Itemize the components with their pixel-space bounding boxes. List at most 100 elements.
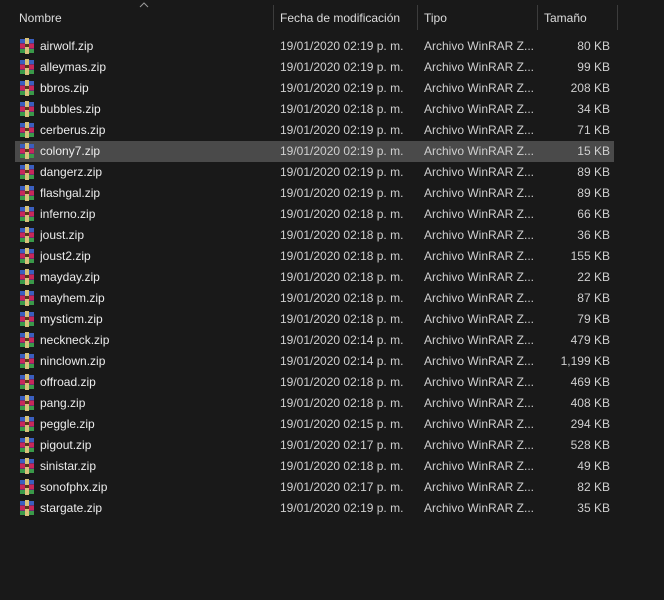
winrar-archive-icon xyxy=(20,164,34,180)
file-name: neckneck.zip xyxy=(40,333,110,347)
file-row[interactable]: flashgal.zip 19/01/2020 02:19 p. m. Archiv… xyxy=(15,183,614,204)
winrar-archive-icon xyxy=(20,122,34,138)
file-type: Archivo WinRAR Z... xyxy=(424,312,534,326)
file-size: 294 KB xyxy=(570,417,610,431)
column-header-type[interactable]: Tipo xyxy=(418,4,536,32)
file-type: Archivo WinRAR Z... xyxy=(424,165,534,179)
file-size: 49 KB xyxy=(577,459,610,473)
file-type: Archivo WinRAR Z... xyxy=(424,333,534,347)
file-name: offroad.zip xyxy=(40,375,96,389)
file-row[interactable]: joust2.zip 19/01/2020 02:18 p. m. Archivo … xyxy=(15,246,614,267)
file-name: bubbles.zip xyxy=(40,102,101,116)
file-row[interactable]: ninclown.zip 19/01/2020 02:14 p. m. Archiv… xyxy=(15,351,614,372)
winrar-archive-icon xyxy=(20,206,34,222)
winrar-archive-icon xyxy=(20,311,34,327)
file-row[interactable]: mysticm.zip 19/01/2020 02:18 p. m. Archivo… xyxy=(15,309,614,330)
file-date: 19/01/2020 02:14 p. m. xyxy=(280,354,404,368)
file-size: 82 KB xyxy=(577,480,610,494)
winrar-archive-icon xyxy=(20,395,34,411)
file-date: 19/01/2020 02:19 p. m. xyxy=(280,186,404,200)
file-row[interactable]: bbros.zip 19/01/2020 02:19 p. m. Archivo W… xyxy=(15,78,614,99)
file-date: 19/01/2020 02:18 p. m. xyxy=(280,375,404,389)
file-size: 79 KB xyxy=(577,312,610,326)
winrar-archive-icon xyxy=(20,101,34,117)
file-type: Archivo WinRAR Z... xyxy=(424,354,534,368)
file-date: 19/01/2020 02:18 p. m. xyxy=(280,249,404,263)
file-row[interactable]: sinistar.zip 19/01/2020 02:18 p. m. Archiv… xyxy=(15,456,614,477)
file-row[interactable]: inferno.zip 19/01/2020 02:18 p. m. Archivo… xyxy=(15,204,614,225)
file-type: Archivo WinRAR Z... xyxy=(424,39,534,53)
file-date: 19/01/2020 02:18 p. m. xyxy=(280,102,404,116)
file-name: sonofphx.zip xyxy=(40,480,108,494)
file-type: Archivo WinRAR Z... xyxy=(424,207,534,221)
file-type: Archivo WinRAR Z... xyxy=(424,291,534,305)
file-date: 19/01/2020 02:19 p. m. xyxy=(280,39,404,53)
winrar-archive-icon xyxy=(20,332,34,348)
file-date: 19/01/2020 02:15 p. m. xyxy=(280,417,404,431)
winrar-archive-icon xyxy=(20,416,34,432)
file-row[interactable]: dangerz.zip 19/01/2020 02:19 p. m. Archivo… xyxy=(15,162,614,183)
file-date: 19/01/2020 02:17 p. m. xyxy=(280,480,404,494)
file-type: Archivo WinRAR Z... xyxy=(424,228,534,242)
winrar-archive-icon xyxy=(20,353,34,369)
file-name: bbros.zip xyxy=(40,81,89,95)
file-row[interactable]: alleymas.zip 19/01/2020 02:19 p. m. Archiv… xyxy=(15,57,614,78)
file-date: 19/01/2020 02:18 p. m. xyxy=(280,312,404,326)
file-row[interactable]: pigout.zip 19/01/2020 02:17 p. m. Archivo … xyxy=(15,435,614,456)
file-size: 479 KB xyxy=(570,333,610,347)
file-name: stargate.zip xyxy=(40,501,103,515)
file-type: Archivo WinRAR Z... xyxy=(424,396,534,410)
file-date: 19/01/2020 02:18 p. m. xyxy=(280,459,404,473)
file-row[interactable]: offroad.zip 19/01/2020 02:18 p. m. Archivo… xyxy=(15,372,614,393)
file-row[interactable]: cerberus.zip 19/01/2020 02:19 p. m. Archiv… xyxy=(15,120,614,141)
file-row[interactable]: peggle.zip 19/01/2020 02:15 p. m. Archivo … xyxy=(15,414,614,435)
file-name: colony7.zip xyxy=(40,144,101,158)
file-row[interactable]: pang.zip 19/01/2020 02:18 p. m. Archivo Wi… xyxy=(15,393,614,414)
winrar-archive-icon xyxy=(20,437,34,453)
file-name: mayday.zip xyxy=(40,270,100,284)
file-size: 80 KB xyxy=(577,39,610,53)
file-size: 408 KB xyxy=(570,396,610,410)
file-size: 15 KB xyxy=(577,144,610,158)
file-size: 71 KB xyxy=(577,123,610,137)
file-type: Archivo WinRAR Z... xyxy=(424,459,534,473)
file-size: 469 KB xyxy=(570,375,610,389)
file-row[interactable]: mayhem.zip 19/01/2020 02:18 p. m. Archivo … xyxy=(15,288,614,309)
winrar-archive-icon xyxy=(20,227,34,243)
column-header-name[interactable]: Nombre xyxy=(13,4,271,32)
file-size: 89 KB xyxy=(577,186,610,200)
file-row[interactable]: sonofphx.zip 19/01/2020 02:17 p. m. Archiv… xyxy=(15,477,614,498)
file-name: peggle.zip xyxy=(40,417,95,431)
file-size: 99 KB xyxy=(577,60,610,74)
file-name: pigout.zip xyxy=(40,438,92,452)
file-row[interactable]: neckneck.zip 19/01/2020 02:14 p. m. Archiv… xyxy=(15,330,614,351)
file-type: Archivo WinRAR Z... xyxy=(424,102,534,116)
file-row[interactable]: bubbles.zip 19/01/2020 02:18 p. m. Archivo… xyxy=(15,99,614,120)
file-date: 19/01/2020 02:17 p. m. xyxy=(280,438,404,452)
winrar-archive-icon xyxy=(20,290,34,306)
column-header-date[interactable]: Fecha de modificación xyxy=(274,4,416,32)
file-row[interactable]: stargate.zip 19/01/2020 02:19 p. m. Archiv… xyxy=(15,498,614,519)
file-type: Archivo WinRAR Z... xyxy=(424,123,534,137)
file-type: Archivo WinRAR Z... xyxy=(424,81,534,95)
file-size: 87 KB xyxy=(577,291,610,305)
file-type: Archivo WinRAR Z... xyxy=(424,417,534,431)
file-row-selected[interactable]: colony7.zip 19/01/2020 02:19 p. m. Archivo… xyxy=(15,141,614,162)
file-row[interactable]: airwolf.zip 19/01/2020 02:19 p. m. Archivo… xyxy=(15,36,614,57)
file-name: flashgal.zip xyxy=(40,186,101,200)
file-size: 35 KB xyxy=(577,501,610,515)
column-resize-handle[interactable] xyxy=(617,5,618,30)
file-date: 19/01/2020 02:19 p. m. xyxy=(280,81,404,95)
winrar-archive-icon xyxy=(20,374,34,390)
file-type: Archivo WinRAR Z... xyxy=(424,438,534,452)
winrar-archive-icon xyxy=(20,38,34,54)
file-size: 528 KB xyxy=(570,438,610,452)
file-date: 19/01/2020 02:19 p. m. xyxy=(280,144,404,158)
file-size: 36 KB xyxy=(577,228,610,242)
column-header-size[interactable]: Tamaño xyxy=(538,4,616,32)
winrar-archive-icon xyxy=(20,458,34,474)
file-type: Archivo WinRAR Z... xyxy=(424,501,534,515)
file-name: mysticm.zip xyxy=(40,312,103,326)
file-row[interactable]: joust.zip 19/01/2020 02:18 p. m. Archivo W… xyxy=(15,225,614,246)
file-row[interactable]: mayday.zip 19/01/2020 02:18 p. m. Archivo … xyxy=(15,267,614,288)
